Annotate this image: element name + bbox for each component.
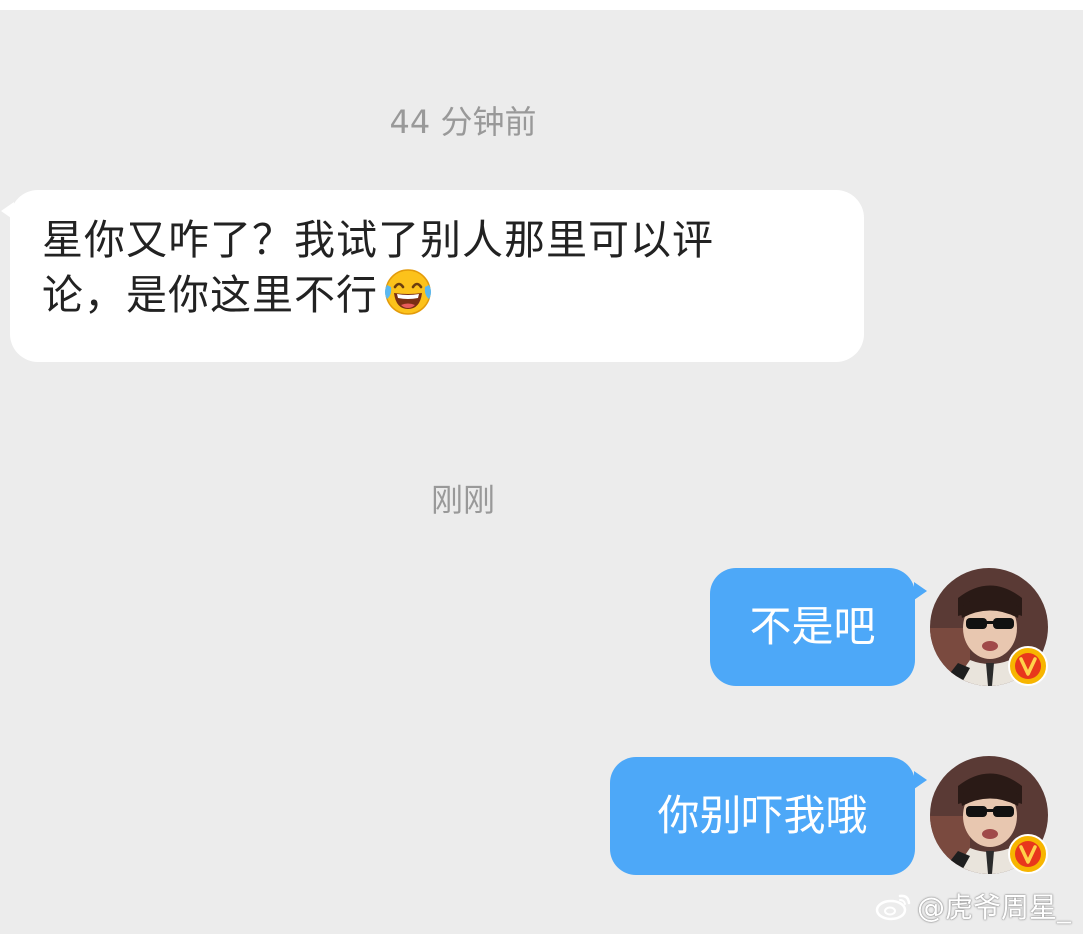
verified-badge-icon	[1008, 646, 1048, 686]
weibo-logo-icon	[873, 890, 913, 922]
message-text: 不是吧	[749, 602, 876, 651]
timestamp: 刚刚	[430, 481, 495, 519]
avatar[interactable]	[930, 568, 1048, 686]
chat-area[interactable]: 44 分钟前 星你又咋了？我试了别人那里可以评 论，是你这里不行 刚刚 不是吧 …	[0, 10, 1083, 934]
watermark-text: @虎爷周星_	[916, 891, 1071, 924]
outgoing-message-bubble[interactable]: 不是吧	[710, 568, 927, 686]
outgoing-message-bubble[interactable]: 你别吓我哦	[610, 757, 927, 875]
verified-badge-icon	[1008, 834, 1048, 874]
watermark: @虎爷周星_	[873, 886, 1071, 926]
timestamp: 44 分钟前	[389, 103, 537, 141]
chat-screen: 44 分钟前 星你又咋了？我试了别人那里可以评 论，是你这里不行 刚刚 不是吧 …	[0, 0, 1083, 934]
incoming-message-bubble[interactable]: 星你又咋了？我试了别人那里可以评 论，是你这里不行	[1, 190, 864, 362]
avatar[interactable]	[930, 756, 1048, 874]
laughing-tears-emoji-icon	[382, 265, 434, 317]
message-text: 你别吓我哦	[657, 791, 868, 840]
message-text-line: 星你又咋了？我试了别人那里可以评	[42, 216, 714, 264]
message-text-line: 论，是你这里不行	[42, 271, 378, 319]
